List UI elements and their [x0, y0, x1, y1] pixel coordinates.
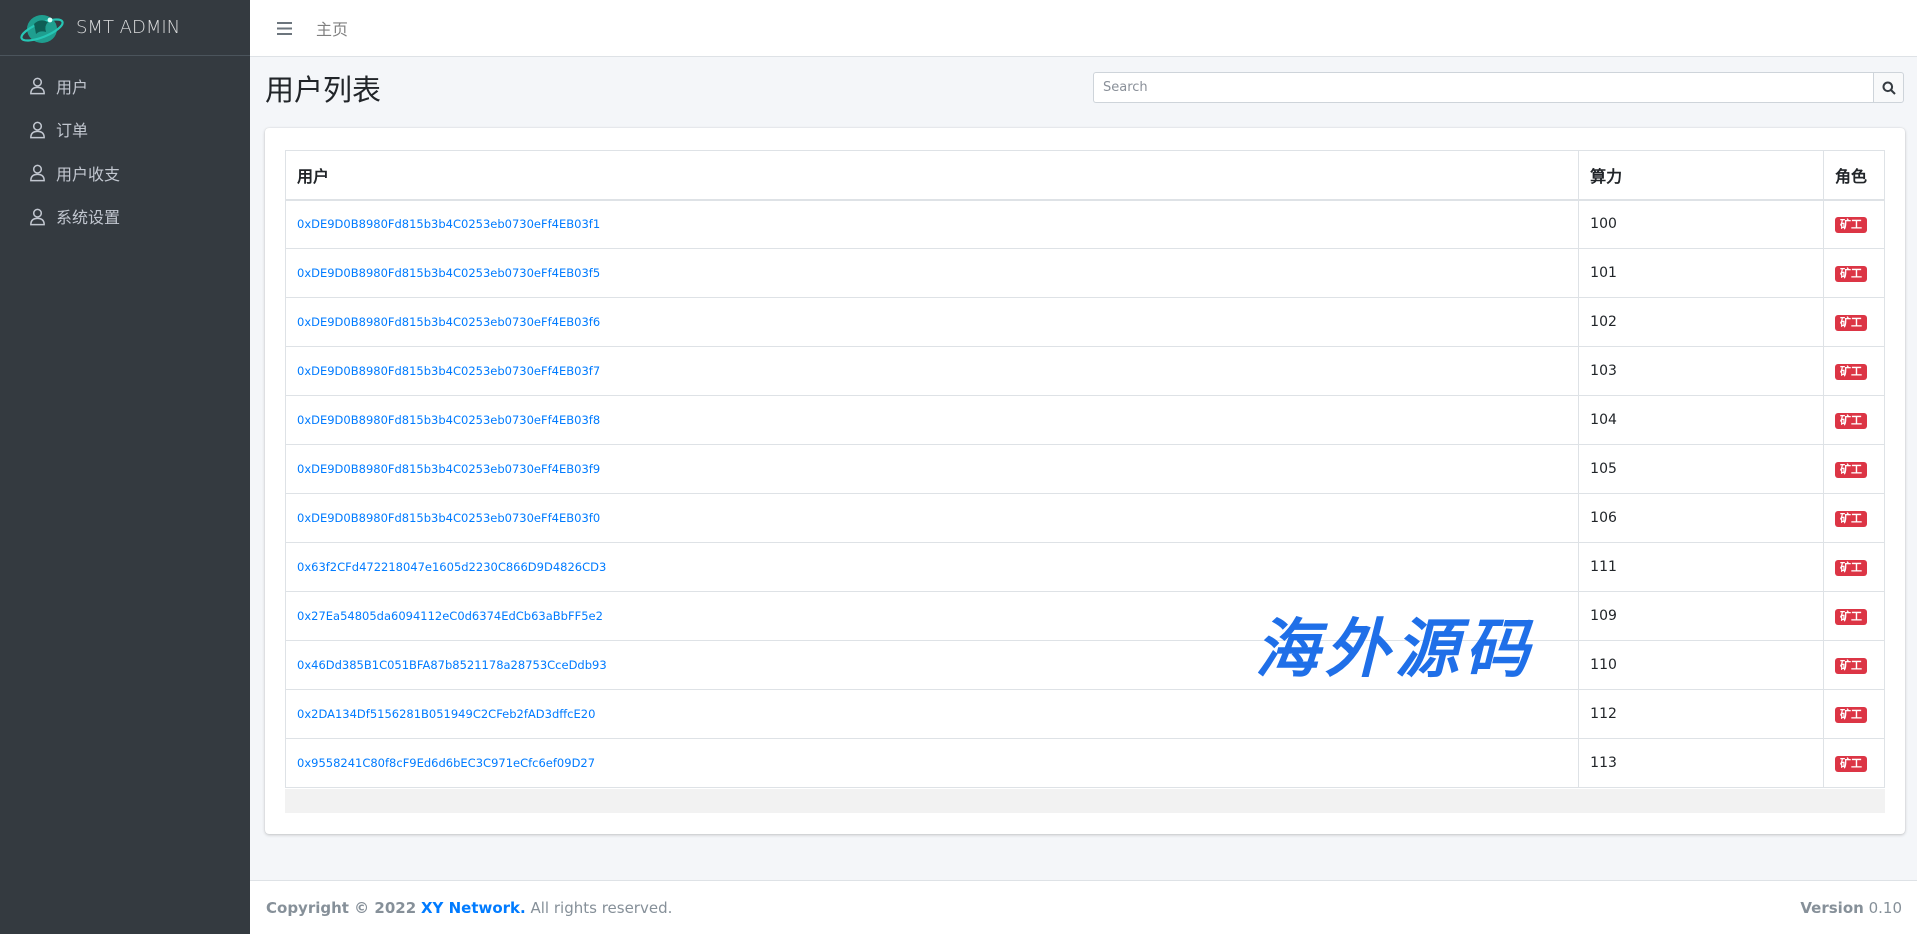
role-badge: 矿工 [1835, 314, 1867, 331]
search-bar [1093, 72, 1904, 103]
table-footer-bar [285, 789, 1885, 813]
table-row: 0xDE9D0B8980Fd815b3b4C0253eb0730eFf4EB03… [284, 199, 1885, 249]
table-row: 0xDE9D0B8980Fd815b3b4C0253eb0730eFf4EB03… [284, 444, 1885, 494]
role-badge: 矿工 [1835, 608, 1867, 625]
table-header-row: 用户 算力 角色 [284, 150, 1885, 201]
footer-version: Version 0.10 [1800, 899, 1902, 917]
table-row: 0x63f2CFd472218047e1605d2230C866D9D4826C… [284, 542, 1885, 592]
search-input[interactable] [1093, 72, 1873, 103]
role-badge: 矿工 [1835, 559, 1867, 576]
table-row: 0x9558241C80f8cF9Ed6d6bEC3C971eCfc6ef09D… [284, 738, 1885, 788]
role-badge: 矿工 [1835, 755, 1867, 772]
sidebar-item-label: 用户收支 [56, 164, 121, 184]
table-row: 0xDE9D0B8980Fd815b3b4C0253eb0730eFf4EB03… [284, 248, 1885, 298]
table-row: 0xDE9D0B8980Fd815b3b4C0253eb0730eFf4EB03… [284, 395, 1885, 445]
user-icon [30, 121, 45, 139]
column-header-power: 算力 [1578, 150, 1824, 201]
table-row: 0xDE9D0B8980Fd815b3b4C0253eb0730eFf4EB03… [284, 297, 1885, 347]
user-address-link[interactable]: 0x27Ea54805da6094112eC0d6374EdCb63aBbFF5… [297, 609, 603, 623]
user-address-link[interactable]: 0x46Dd385B1C051BFA87b8521178a28753CceDdb… [297, 658, 607, 672]
user-address-link[interactable]: 0x9558241C80f8cF9Ed6d6bEC3C971eCfc6ef09D… [297, 756, 595, 770]
nav-home-link[interactable]: 主页 [316, 16, 348, 40]
sidebar-item-label: 用户 [56, 77, 89, 97]
table-row: 0xDE9D0B8980Fd815b3b4C0253eb0730eFf4EB03… [284, 346, 1885, 396]
sidebar-item-label: 系统设置 [56, 208, 121, 228]
power-cell: 102 [1578, 297, 1824, 347]
brand[interactable]: SMT ADMIN [0, 0, 250, 56]
user-icon [30, 208, 45, 226]
user-address-link[interactable]: 0xDE9D0B8980Fd815b3b4C0253eb0730eFf4EB03… [297, 315, 600, 329]
user-address-link[interactable]: 0xDE9D0B8980Fd815b3b4C0253eb0730eFf4EB03… [297, 413, 600, 427]
user-table: 用户 算力 角色 0xDE9D0B8980Fd815b3b4C0253eb073… [284, 150, 1885, 788]
user-address-link[interactable]: 0x2DA134Df5156281B051949C2CFeb2fAD3dffcE… [297, 707, 595, 721]
role-badge: 矿工 [1835, 706, 1867, 723]
table-row: 0x46Dd385B1C051BFA87b8521178a28753CceDdb… [284, 640, 1885, 690]
table-row: 0x2DA134Df5156281B051949C2CFeb2fAD3dffcE… [284, 689, 1885, 739]
user-address-link[interactable]: 0xDE9D0B8980Fd815b3b4C0253eb0730eFf4EB03… [297, 266, 600, 280]
version-label: Version [1800, 898, 1864, 917]
role-badge: 矿工 [1835, 265, 1867, 282]
user-address-link[interactable]: 0xDE9D0B8980Fd815b3b4C0253eb0730eFf4EB03… [297, 364, 600, 378]
user-icon [30, 77, 45, 95]
copyright-text: Copyright © 2022 [266, 898, 417, 917]
sidebar-item-user-finance[interactable]: 用户收支 [0, 151, 250, 195]
power-cell: 104 [1578, 395, 1824, 445]
version-number: 0.10 [1868, 898, 1902, 917]
sidebar-item-users[interactable]: 用户 [0, 64, 250, 108]
sidebar-item-label: 订单 [56, 121, 89, 141]
power-cell: 112 [1578, 689, 1824, 739]
column-header-user: 用户 [284, 150, 1580, 201]
power-cell: 113 [1578, 738, 1824, 788]
user-address-link[interactable]: 0xDE9D0B8980Fd815b3b4C0253eb0730eFf4EB03… [297, 217, 600, 231]
power-cell: 105 [1578, 444, 1824, 494]
role-badge: 矿工 [1835, 363, 1867, 380]
table-row: 0xDE9D0B8980Fd815b3b4C0253eb0730eFf4EB03… [284, 493, 1885, 543]
power-cell: 111 [1578, 542, 1824, 592]
role-badge: 矿工 [1835, 412, 1867, 429]
user-list-card: 用户 算力 角色 0xDE9D0B8980Fd815b3b4C0253eb073… [265, 128, 1905, 834]
role-badge: 矿工 [1835, 216, 1867, 233]
page-title: 用户列表 [265, 73, 382, 107]
column-header-role: 角色 [1823, 150, 1885, 201]
power-cell: 103 [1578, 346, 1824, 396]
logo-icon [20, 14, 64, 43]
power-cell: 101 [1578, 248, 1824, 298]
brand-name: SMT ADMIN [76, 17, 181, 38]
user-address-link[interactable]: 0xDE9D0B8980Fd815b3b4C0253eb0730eFf4EB03… [297, 511, 600, 525]
search-icon [1882, 81, 1896, 95]
menu-toggle-button[interactable] [272, 16, 296, 40]
search-button[interactable] [1873, 72, 1904, 103]
hamburger-icon [276, 21, 292, 35]
sidebar-item-orders[interactable]: 订单 [0, 108, 250, 152]
sidebar: SMT ADMIN 用户 订单 用户收支 系统设置 [0, 0, 250, 934]
sidebar-item-settings[interactable]: 系统设置 [0, 195, 250, 239]
footer: Copyright © 2022 XY Network. All rights … [250, 880, 1917, 934]
user-address-link[interactable]: 0xDE9D0B8980Fd815b3b4C0253eb0730eFf4EB03… [297, 462, 600, 476]
role-badge: 矿工 [1835, 461, 1867, 478]
power-cell: 109 [1578, 591, 1824, 641]
watermark: 海外源码 [1255, 612, 1535, 687]
user-icon [30, 164, 45, 182]
power-cell: 106 [1578, 493, 1824, 543]
footer-copyright: Copyright © 2022 XY Network. All rights … [266, 899, 672, 917]
power-cell: 110 [1578, 640, 1824, 690]
sidebar-nav: 用户 订单 用户收支 系统设置 [0, 56, 250, 238]
power-cell: 100 [1578, 199, 1824, 249]
table-row: 0x27Ea54805da6094112eC0d6374EdCb63aBbFF5… [284, 591, 1885, 641]
role-badge: 矿工 [1835, 510, 1867, 527]
company-link[interactable]: XY Network. [421, 899, 526, 917]
user-address-link[interactable]: 0x63f2CFd472218047e1605d2230C866D9D4826C… [297, 560, 606, 574]
top-navbar: 主页 [250, 0, 1917, 57]
rights-text: All rights reserved. [530, 898, 673, 917]
role-badge: 矿工 [1835, 657, 1867, 674]
